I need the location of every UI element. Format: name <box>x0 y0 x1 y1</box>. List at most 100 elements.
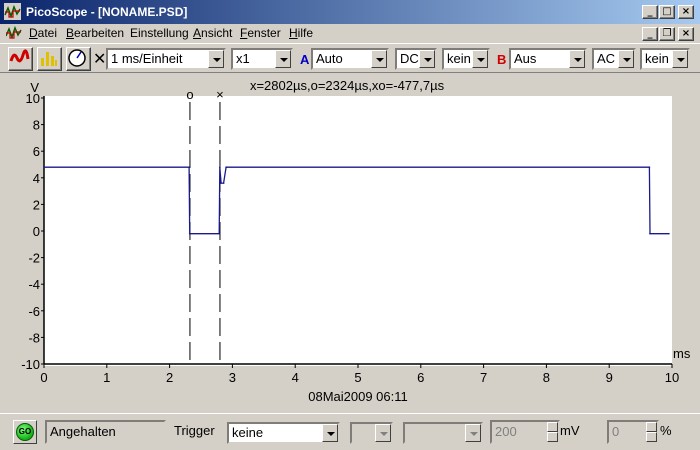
timebase-value: 1 ms/Einheit <box>111 51 183 66</box>
timebase-select[interactable]: 1 ms/Einheit <box>106 48 226 70</box>
waveform-point <box>668 232 670 235</box>
menu-datei[interactable]: Datei <box>29 26 57 40</box>
stepper-up-icon[interactable] <box>646 422 657 432</box>
x-tick-label: 6 <box>417 370 424 385</box>
stepper-arrows[interactable] <box>646 422 657 442</box>
channel-b-range-value: Aus <box>514 51 537 66</box>
trigger-edge-select[interactable] <box>403 422 483 444</box>
chevron-down-icon[interactable] <box>465 424 481 442</box>
channel-a-coupling-select[interactable]: DC <box>395 48 437 70</box>
trigger-delay-stepper[interactable]: 0 <box>607 420 659 444</box>
channel-a-range-select[interactable]: Auto <box>311 48 389 70</box>
chevron-down-icon[interactable] <box>375 424 391 442</box>
go-led-icon: GO <box>16 423 34 441</box>
y-tick-label: 0 <box>33 224 40 239</box>
x-tick-label: 5 <box>354 370 361 385</box>
waveform-point <box>188 166 190 168</box>
trigger-level-value: 200 <box>495 424 517 439</box>
channel-b-label: B <box>497 52 507 67</box>
channel-b-filter-select[interactable]: kein <box>640 48 690 70</box>
menu-datei-mnemonic: D <box>29 26 38 40</box>
trigger-channel-select[interactable] <box>350 422 393 444</box>
y-axis-label: V <box>30 80 39 95</box>
menu-ansicht-rest: nsicht <box>201 26 233 40</box>
chevron-down-icon[interactable] <box>419 50 435 68</box>
x-tick-label: 0 <box>40 370 47 385</box>
menu-bearbeiten[interactable]: Bearbeiten <box>66 26 124 40</box>
channel-a-coupling-value: DC <box>400 51 419 66</box>
y-tick-label: 2 <box>33 197 40 212</box>
spectrum-mode-button[interactable] <box>37 47 62 71</box>
mdi-restore-button[interactable]: ❐ <box>659 27 675 41</box>
oscilloscope-plot[interactable]: 1086420-2-4-6-8-100 1 2 3 4 5 6 7 8 9 10Vmsx=2802µ… <box>0 74 700 407</box>
trigger-delay-unit: % <box>660 423 672 438</box>
chevron-down-icon[interactable] <box>322 424 338 442</box>
minimize-button[interactable]: _ <box>642 5 658 19</box>
channel-b-coupling-select[interactable]: AC <box>592 48 636 70</box>
menu-ansicht[interactable]: Ansicht <box>193 26 232 40</box>
multiplier-value: x1 <box>236 51 250 66</box>
multiplier-select[interactable]: x1 <box>231 48 293 70</box>
document-icon[interactable] <box>6 25 22 41</box>
x-tick-label: 4 <box>292 370 299 385</box>
menu-fenster-rest: enster <box>247 26 281 40</box>
x-axis-label: ms <box>673 346 691 361</box>
waveform-point <box>648 166 651 168</box>
maximize-button[interactable]: □ <box>659 5 675 19</box>
cursor-readout: x=2802µs,o=2324µs,xo=-477,7µs <box>250 78 445 93</box>
waveform-point <box>220 182 222 184</box>
channel-a-label: A <box>300 52 310 67</box>
status-text: Angehalten <box>45 420 166 444</box>
channel-b-coupling-value: AC <box>597 51 616 66</box>
mdi-close-button[interactable]: × <box>678 27 694 41</box>
channel-a-filter-select[interactable]: kein <box>442 48 490 70</box>
waveform-point <box>43 166 45 168</box>
waveform-point <box>219 166 221 168</box>
channel-a-range-value: Auto <box>316 51 343 66</box>
chevron-down-icon[interactable] <box>472 50 488 68</box>
chevron-down-icon[interactable] <box>371 50 387 68</box>
x-tick-label: 10 <box>665 370 679 385</box>
stepper-down-icon[interactable] <box>646 432 657 442</box>
trigger-delay-value: 0 <box>612 424 620 439</box>
y-tick-label: -6 <box>28 304 40 319</box>
stepper-up-icon[interactable] <box>547 422 558 432</box>
go-button[interactable]: GO <box>13 420 37 444</box>
trigger-label: Trigger <box>174 423 215 438</box>
stepper-down-icon[interactable] <box>547 432 558 442</box>
y-tick-label: 4 <box>33 171 40 186</box>
y-tick-label: -4 <box>28 277 40 292</box>
y-tick-label: -2 <box>28 251 40 266</box>
trigger-mode-select[interactable]: keine <box>227 422 340 444</box>
oscilloscope-view[interactable]: 10 8 6 4 2 0 -2 -4 -6 -8 -10 0 1 2 3 4 5 6 7 8 9 10 Vms x=2802µ… <box>0 74 700 407</box>
menu-hilfe-rest: ilfe <box>297 26 314 40</box>
scope-mode-button[interactable] <box>8 47 33 71</box>
menu-datei-rest: atei <box>37 26 58 40</box>
picoscope-app-icon <box>4 3 21 20</box>
timestamp-label: 08Mai2009 06:11 <box>308 389 408 404</box>
menu-ansicht-mnemonic: A <box>193 26 202 40</box>
trigger-level-unit: mV <box>560 423 580 438</box>
stepper-arrows[interactable] <box>547 422 558 442</box>
chevron-down-icon[interactable] <box>672 50 688 68</box>
status-bar: GO Angehalten Trigger keine 200 mV 0 % <box>0 413 700 450</box>
channel-b-range-select[interactable]: Aus <box>509 48 587 70</box>
menu-fenster[interactable]: Fenster <box>240 26 281 40</box>
chevron-down-icon[interactable] <box>275 50 291 68</box>
close-button[interactable]: × <box>678 5 694 19</box>
chevron-down-icon[interactable] <box>208 50 224 68</box>
menu-einstellung[interactable]: Einstellung <box>130 26 189 40</box>
chevron-down-icon[interactable] <box>618 50 634 68</box>
waveform-point <box>649 232 651 235</box>
plot-background <box>44 96 672 366</box>
meter-mode-button[interactable] <box>66 47 91 71</box>
menu-bearbeiten-rest: earbeiten <box>74 26 125 40</box>
close-view-icon[interactable]: ✕ <box>93 49 106 69</box>
x-tick-label: 7 <box>480 370 487 385</box>
mdi-minimize-button[interactable]: _ <box>642 27 658 41</box>
menu-hilfe[interactable]: Hilfe <box>289 26 313 40</box>
trigger-level-stepper[interactable]: 200 <box>490 420 560 444</box>
chevron-down-icon[interactable] <box>569 50 585 68</box>
window-title: PicoScope - [NONAME.PSD] <box>26 5 188 19</box>
trigger-mode-value: keine <box>232 425 264 440</box>
